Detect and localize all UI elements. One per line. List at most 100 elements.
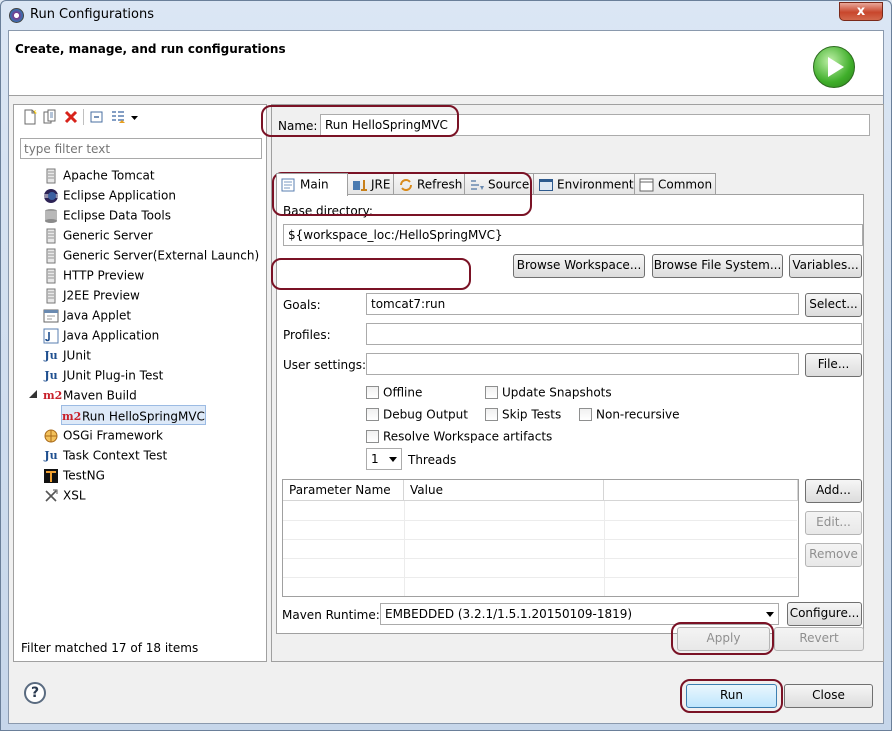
configure-runtime-button[interactable]: Configure... xyxy=(787,602,862,626)
tree-item[interactable]: Eclipse Data Tools xyxy=(43,205,171,225)
profiles-label: Profiles: xyxy=(283,328,331,342)
edit-parameter-button[interactable]: Edit... xyxy=(805,511,862,535)
tree-item[interactable]: Java Applet xyxy=(43,305,131,325)
tree-item[interactable]: OSGi Framework xyxy=(43,425,163,445)
tab-common[interactable]: Common xyxy=(634,173,716,195)
tree-item-label: Generic Server xyxy=(63,228,153,243)
parameter-value-header[interactable]: Value xyxy=(404,480,604,501)
chevron-down-icon xyxy=(389,457,397,462)
tab-environment[interactable]: Environment xyxy=(533,173,635,195)
help-icon[interactable]: ? xyxy=(24,682,46,704)
select-goals-button[interactable]: Select... xyxy=(805,293,862,317)
browse-workspace-button[interactable]: Browse Workspace... xyxy=(513,254,645,278)
maven-runtime-label: Maven Runtime: xyxy=(282,608,380,622)
tab-label: Common xyxy=(658,177,713,192)
parameter-table[interactable]: Parameter Name Value xyxy=(282,479,799,597)
offline-checkbox[interactable]: Offline xyxy=(366,385,422,400)
tree-item[interactable]: TestNG xyxy=(43,465,105,485)
server-icon xyxy=(43,168,59,184)
jre-icon xyxy=(352,178,368,192)
remove-parameter-button[interactable]: Remove xyxy=(805,543,862,567)
config-tabs: Main JRE Refresh Source Environment Common xyxy=(276,173,864,196)
profiles-input[interactable] xyxy=(366,323,862,345)
maven-icon: m2 xyxy=(62,409,82,423)
expanded-arrow-icon[interactable] xyxy=(29,390,37,398)
close-button[interactable]: Close xyxy=(784,684,873,708)
duplicate-config-icon[interactable] xyxy=(42,109,58,125)
run-configurations-window: Run Configurations x Create, manage, and… xyxy=(0,0,892,731)
tree-item-label: Eclipse Data Tools xyxy=(63,208,171,223)
delete-config-icon[interactable] xyxy=(63,109,79,125)
osgi-icon xyxy=(43,428,59,444)
tab-label: JRE xyxy=(371,177,391,192)
browse-file-system-button[interactable]: Browse File System... xyxy=(652,254,783,278)
resolve-workspace-checkbox[interactable]: Resolve Workspace artifacts xyxy=(366,429,552,444)
tree-item-label: J2EE Preview xyxy=(63,288,140,303)
title-bar[interactable]: Run Configurations x xyxy=(1,1,891,29)
tree-item[interactable]: m2Maven Build xyxy=(29,385,137,405)
java-app-icon xyxy=(43,328,59,344)
database-icon xyxy=(43,208,59,224)
applet-icon xyxy=(43,308,59,324)
filter-configs-icon[interactable] xyxy=(110,109,126,125)
tree-item-label: XSL xyxy=(63,488,86,503)
config-editor-pane: Name: Run HelloSpringMVC Main JRE Refresh S… xyxy=(271,104,884,662)
collapse-all-icon[interactable] xyxy=(89,109,105,125)
tab-jre[interactable]: JRE xyxy=(347,173,394,195)
threads-select[interactable]: 1 xyxy=(366,448,402,470)
add-parameter-button[interactable]: Add... xyxy=(805,479,862,503)
tree-item-label: Apache Tomcat xyxy=(63,168,155,183)
non-recursive-checkbox[interactable]: Non-recursive xyxy=(579,407,680,422)
goals-input[interactable]: tomcat7:run xyxy=(366,293,799,315)
maven-icon: m2 xyxy=(43,388,63,402)
tree-item-label: Generic Server(External Launch) xyxy=(63,248,260,263)
tree-item[interactable]: Ju JUnit xyxy=(43,345,91,365)
file-button[interactable]: File... xyxy=(805,353,862,377)
skip-tests-checkbox[interactable]: Skip Tests xyxy=(485,407,561,422)
tree-item[interactable]: m2Run HelloSpringMVC xyxy=(61,405,206,425)
run-button[interactable]: Run xyxy=(686,684,777,708)
tree-item[interactable]: Generic Server xyxy=(43,225,153,245)
tree-item[interactable]: Eclipse Application xyxy=(43,185,176,205)
common-icon xyxy=(639,178,655,192)
tree-item[interactable]: Ju Task Context Test xyxy=(43,445,167,465)
new-config-icon[interactable] xyxy=(22,109,38,125)
threads-label: Threads xyxy=(408,453,457,467)
debug-output-checkbox[interactable]: Debug Output xyxy=(366,407,468,422)
maven-runtime-select[interactable]: EMBEDDED (3.2.1/1.5.1.20150109-1819) xyxy=(380,603,779,625)
tree-item-label: Eclipse Application xyxy=(63,188,176,203)
tree-item[interactable]: J2EE Preview xyxy=(43,285,140,305)
tree-item-label: JUnit Plug-in Test xyxy=(63,368,164,383)
view-menu-icon[interactable] xyxy=(130,109,140,125)
base-directory-input[interactable]: ${workspace_loc:/HelloSpringMVC} xyxy=(283,224,863,246)
user-settings-input[interactable] xyxy=(366,353,799,375)
tab-refresh[interactable]: Refresh xyxy=(393,173,465,195)
dialog-banner: Create, manage, and run configurations xyxy=(9,31,883,96)
tree-item[interactable]: XSL xyxy=(43,485,86,505)
base-directory-label: Base directory: xyxy=(283,204,373,218)
parameter-name-header[interactable]: Parameter Name xyxy=(283,480,404,501)
xsl-icon xyxy=(43,488,59,504)
filter-input[interactable] xyxy=(20,138,262,159)
tab-main[interactable]: Main xyxy=(276,173,348,196)
name-input[interactable]: Run HelloSpringMVC xyxy=(320,114,870,136)
apply-button[interactable]: Apply xyxy=(677,627,770,651)
window-title: Run Configurations xyxy=(30,7,154,22)
tree-item[interactable]: Java Application xyxy=(43,325,159,345)
tab-label: Environment xyxy=(557,177,634,192)
server-icon xyxy=(43,268,59,284)
variables-button[interactable]: Variables... xyxy=(789,254,862,278)
tree-item[interactable]: Ju JUnit Plug-in Test xyxy=(43,365,163,385)
update-snapshots-checkbox[interactable]: Update Snapshots xyxy=(485,385,612,400)
revert-button[interactable]: Revert xyxy=(774,627,864,651)
launch-config-tree-pane: Apache Tomcat Eclipse Application Eclipse … xyxy=(13,104,267,662)
main-tab-icon xyxy=(281,178,297,192)
tree-item[interactable]: Apache Tomcat xyxy=(43,165,155,185)
tree-item[interactable]: Generic Server(External Launch) xyxy=(43,245,259,265)
tree-item[interactable]: HTTP Preview xyxy=(43,265,144,285)
goals-label: Goals: xyxy=(283,298,321,312)
run-banner-icon xyxy=(813,46,855,88)
window-close-button[interactable]: x xyxy=(839,2,883,21)
tab-source[interactable]: Source xyxy=(464,173,534,195)
eclipse-icon xyxy=(43,188,59,204)
